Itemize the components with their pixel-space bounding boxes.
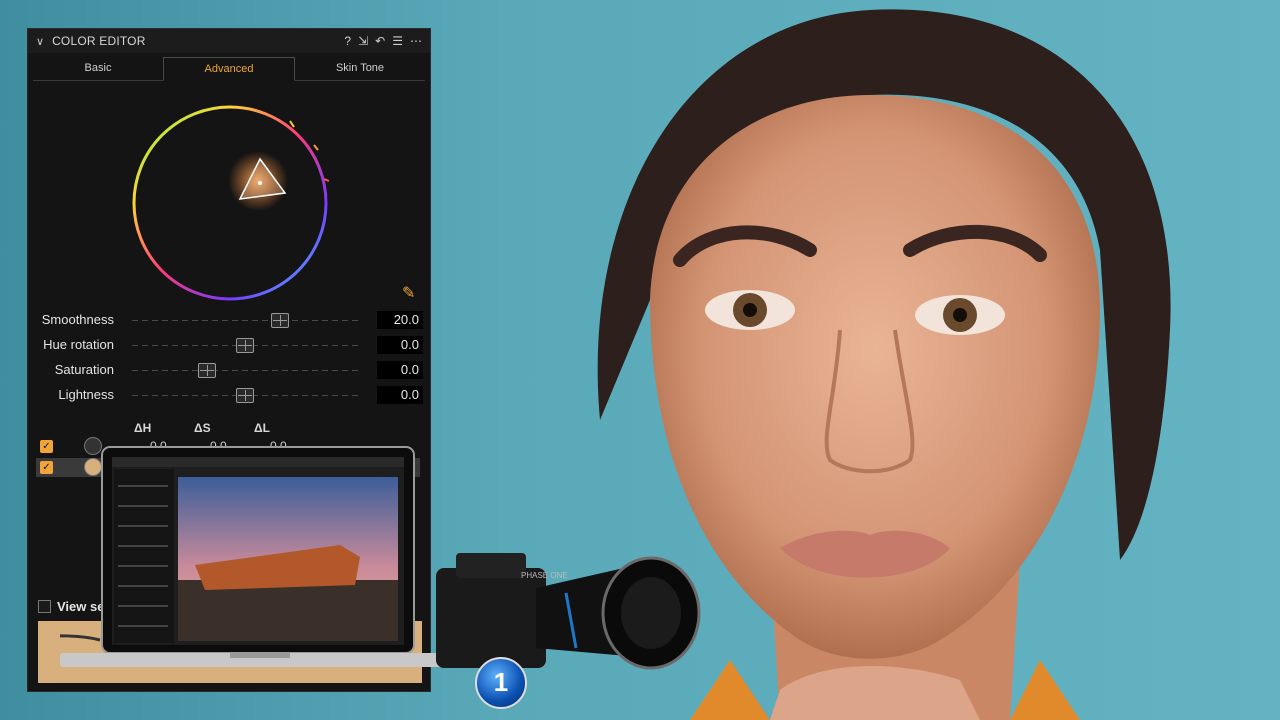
slider-label: Saturation bbox=[54, 362, 114, 377]
header-icons: ? ⇲ ↶ ☰ ⋯ bbox=[344, 34, 422, 48]
slider-value[interactable]: 0.0 bbox=[377, 361, 423, 379]
more-icon[interactable]: ⋯ bbox=[410, 34, 422, 48]
camera-image: PHASE ONE bbox=[436, 553, 701, 670]
delta-l-header: ΔL bbox=[254, 421, 270, 435]
capture-one-logo-icon: 1 bbox=[475, 657, 527, 709]
camera-brand-label: PHASE ONE bbox=[521, 571, 568, 580]
row-checkbox[interactable]: ✓ bbox=[40, 461, 53, 474]
slider-label: Hue rotation bbox=[43, 337, 114, 352]
tab-advanced[interactable]: Advanced bbox=[163, 57, 295, 81]
eyedropper-icon[interactable]: ✎ bbox=[402, 283, 415, 303]
slider-smoothness: Smoothness 20.0 bbox=[28, 310, 432, 330]
slider-lightness: Lightness 0.0 bbox=[28, 385, 432, 405]
slider-value[interactable]: 20.0 bbox=[377, 311, 423, 329]
slider-handle[interactable] bbox=[271, 313, 289, 328]
color-wheel[interactable] bbox=[128, 101, 332, 305]
slider-label: Lightness bbox=[58, 387, 114, 402]
tab-skin-tone[interactable]: Skin Tone bbox=[295, 57, 425, 80]
slider-handle[interactable] bbox=[198, 363, 216, 378]
slider-handle[interactable] bbox=[236, 388, 254, 403]
tab-bar: Basic Advanced Skin Tone bbox=[33, 57, 425, 81]
panel-header: ∨ COLOR EDITOR ? ⇲ ↶ ☰ ⋯ bbox=[28, 29, 430, 53]
collapse-chevron-icon[interactable]: ∨ bbox=[36, 35, 44, 48]
tab-basic[interactable]: Basic bbox=[33, 57, 163, 80]
panel-title: COLOR EDITOR bbox=[52, 34, 146, 48]
slider-value[interactable]: 0.0 bbox=[377, 336, 423, 354]
expand-icon[interactable]: ⇲ bbox=[358, 34, 368, 48]
slider-saturation: Saturation 0.0 bbox=[28, 360, 432, 380]
menu-icon[interactable]: ☰ bbox=[392, 34, 403, 48]
view-selected-checkbox[interactable] bbox=[38, 600, 51, 613]
slider-hue-rotation: Hue rotation 0.0 bbox=[28, 335, 432, 355]
slider-track[interactable] bbox=[132, 320, 360, 321]
slider-handle[interactable] bbox=[236, 338, 254, 353]
delta-h-header: ΔH bbox=[134, 421, 152, 435]
slider-label: Smoothness bbox=[41, 312, 114, 327]
undo-icon[interactable]: ↶ bbox=[375, 34, 385, 48]
laptop-image bbox=[60, 446, 460, 667]
delta-s-header: ΔS bbox=[194, 421, 211, 435]
row-checkbox[interactable]: ✓ bbox=[40, 440, 53, 453]
slider-track[interactable] bbox=[132, 370, 360, 371]
help-icon[interactable]: ? bbox=[344, 34, 351, 48]
slider-value[interactable]: 0.0 bbox=[377, 386, 423, 404]
